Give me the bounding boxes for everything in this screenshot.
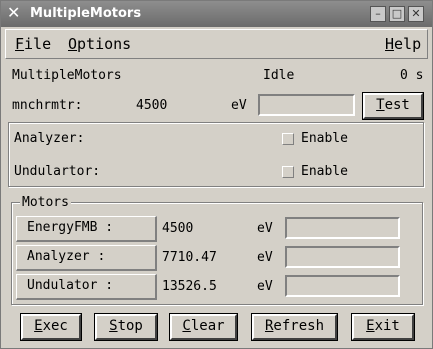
motors-legend: Motors xyxy=(20,195,71,210)
exec-mnemonic: E xyxy=(34,318,43,334)
menu-options-mnemonic: O xyxy=(68,35,78,53)
mnchrmtr-unit: eV xyxy=(231,98,247,113)
stop-label: top xyxy=(117,318,143,334)
test-mnemonic: T xyxy=(376,97,385,113)
motor-input-undulator[interactable] xyxy=(285,275,400,297)
menu-options-label: ptions xyxy=(77,35,132,53)
mnchrmtr-value: 4500 xyxy=(136,98,168,113)
menu-bar: File Options Help xyxy=(5,29,428,59)
title-bar[interactable]: ✕ MultipleMotors – □ ✕ xyxy=(1,1,432,27)
clear-label: lear xyxy=(190,318,225,334)
maximize-button[interactable]: □ xyxy=(389,6,405,22)
motor-label-analyzer: Analyzer : xyxy=(16,245,157,271)
minimize-button[interactable]: – xyxy=(370,6,386,22)
undulartor-option-label: Undulartor: xyxy=(14,164,101,179)
undulartor-enable-label[interactable]: Enable xyxy=(301,164,348,179)
analyzer-option-label: Analyzer: xyxy=(14,131,85,146)
exit-label: xit xyxy=(374,318,400,334)
motor-label-undulator: Undulator : xyxy=(16,274,157,300)
motor-label-energyfmb: EnergyFMB : xyxy=(16,216,157,242)
status-app-name: MultipleMotors xyxy=(12,68,122,83)
undulartor-enable-checkbox[interactable] xyxy=(282,166,294,178)
motor-value-energyfmb: 4500 xyxy=(162,221,194,236)
close-button[interactable]: ✕ xyxy=(408,6,424,22)
menu-help-mnemonic: H xyxy=(385,35,395,53)
motor-unit-analyzer: eV xyxy=(257,250,273,265)
motor-value-analyzer: 7710.47 xyxy=(162,250,217,265)
motor-input-energyfmb[interactable] xyxy=(285,217,400,239)
mnchrmtr-input[interactable] xyxy=(258,94,355,116)
motor-unit-undulator: eV xyxy=(257,279,273,294)
test-label: est xyxy=(384,97,410,113)
window-title: MultipleMotors xyxy=(30,6,142,21)
motor-value-undulator: 13526.5 xyxy=(162,279,217,294)
exec-button[interactable]: Exec xyxy=(21,314,81,340)
status-elapsed: 0 s xyxy=(400,68,424,83)
menu-file[interactable]: File xyxy=(15,35,51,53)
stop-button[interactable]: Stop xyxy=(95,314,157,340)
exit-button[interactable]: Exit xyxy=(352,314,414,340)
refresh-button[interactable]: Refresh xyxy=(252,314,337,340)
exec-label: xec xyxy=(42,318,68,334)
mnchrmtr-label: mnchrmtr: xyxy=(12,98,83,113)
menu-options[interactable]: Options xyxy=(68,35,131,53)
refresh-label: efresh xyxy=(273,318,324,334)
motor-unit-energyfmb: eV xyxy=(257,221,273,236)
menu-help[interactable]: Help xyxy=(385,35,421,53)
menu-file-mnemonic: F xyxy=(15,35,25,53)
menu-file-label: ile xyxy=(24,35,52,53)
menu-help-label: elp xyxy=(394,35,422,53)
status-state: Idle xyxy=(263,68,295,83)
clear-mnemonic: C xyxy=(182,318,191,334)
test-button[interactable]: Test xyxy=(363,93,423,119)
stop-mnemonic: S xyxy=(109,318,118,334)
main-window: ✕ MultipleMotors – □ ✕ File Options Help… xyxy=(0,0,433,349)
exit-mnemonic: E xyxy=(366,318,375,334)
analyzer-enable-label[interactable]: Enable xyxy=(301,131,348,146)
analyzer-enable-checkbox[interactable] xyxy=(282,133,294,145)
x-app-icon[interactable]: ✕ xyxy=(7,5,23,21)
motor-input-analyzer[interactable] xyxy=(285,246,400,268)
clear-button[interactable]: Clear xyxy=(170,314,237,340)
